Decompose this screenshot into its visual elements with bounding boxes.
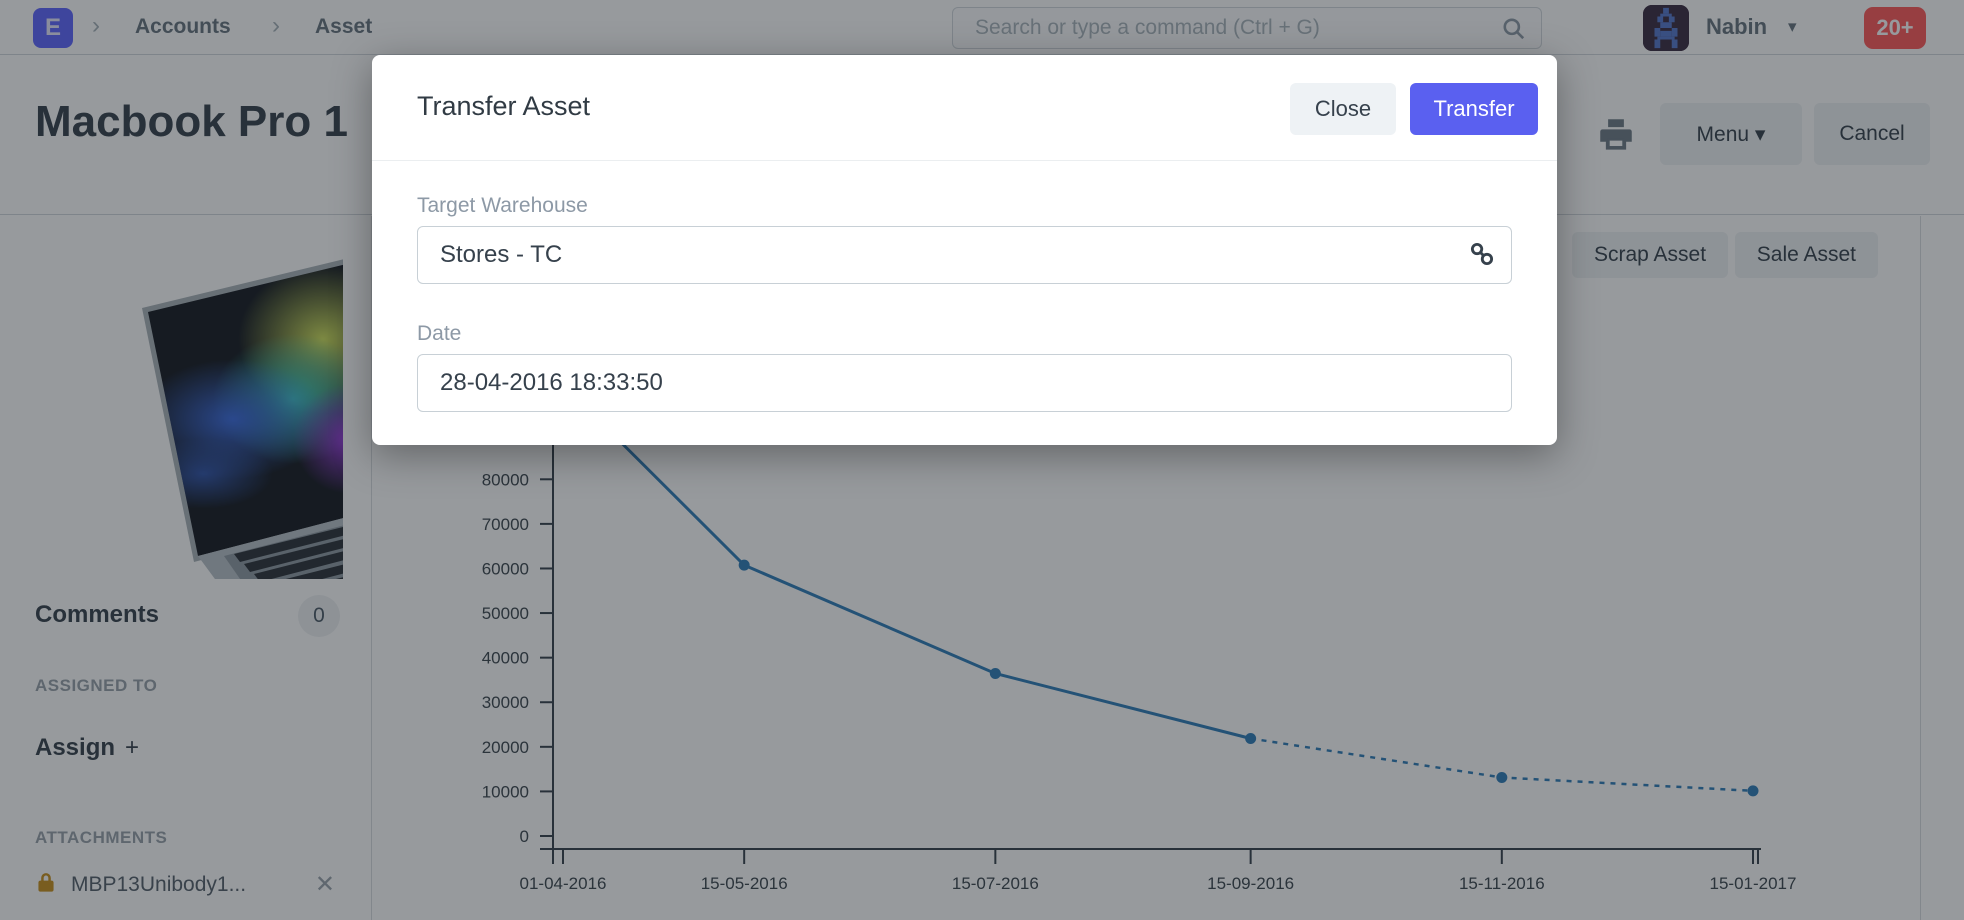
transfer-button[interactable]: Transfer [1410,83,1538,135]
target-warehouse-input[interactable] [417,226,1512,284]
transfer-asset-modal: Transfer Asset Close Transfer Target War… [372,55,1557,445]
modal-header: Transfer Asset Close Transfer [372,55,1557,161]
date-input[interactable] [417,354,1512,412]
close-button[interactable]: Close [1290,83,1396,135]
app-window: E › Accounts › Asset [0,0,1964,920]
date-label: Date [417,322,461,346]
modal-title: Transfer Asset [417,91,590,122]
link-icon[interactable] [1469,241,1495,272]
target-warehouse-label: Target Warehouse [417,194,588,218]
